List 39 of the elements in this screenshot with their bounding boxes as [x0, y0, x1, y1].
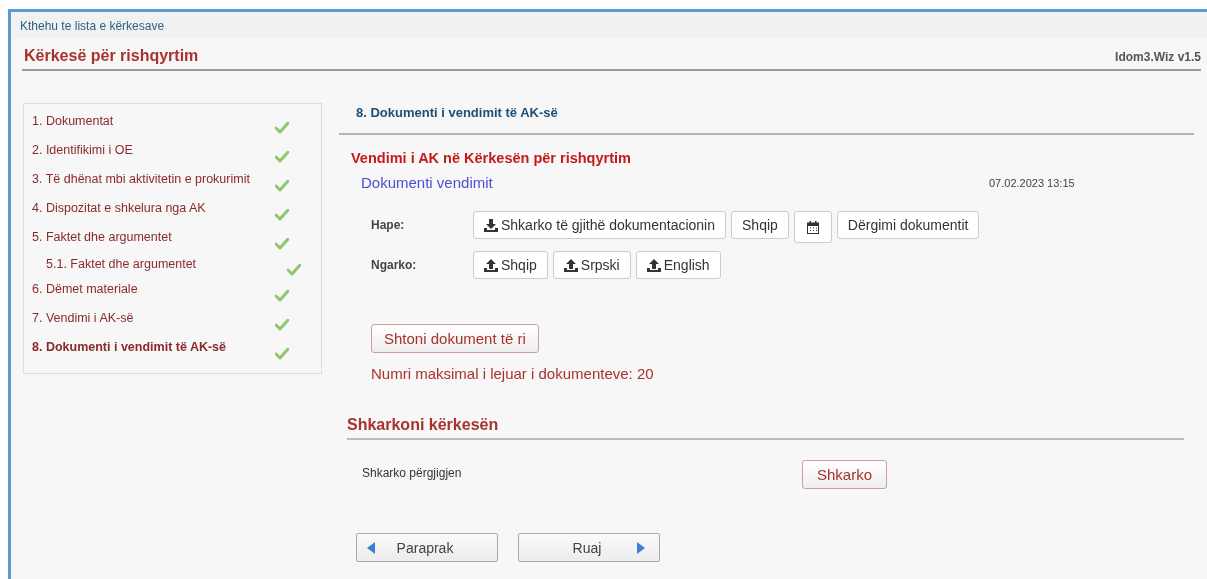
download-button[interactable]: Shkarko: [802, 460, 888, 489]
calendar-button[interactable]: [793, 211, 832, 243]
step-link[interactable]: 3. Të dhënat mbi aktivitetin e prokurimit: [32, 171, 275, 186]
upload-icon: [646, 258, 661, 272]
row-label: Ngarko:: [371, 257, 418, 272]
step-link[interactable]: 1. Dokumentat: [32, 113, 275, 128]
page-title: Kërkesë për rishqyrtim: [24, 47, 199, 65]
upload-button[interactable]: English: [635, 251, 721, 279]
right-arrow-icon: [637, 541, 645, 554]
next-button[interactable]: Ruaj: [518, 533, 660, 562]
previous-button[interactable]: Paraprak: [356, 533, 498, 562]
timestamp: 07.02.2023 13:15: [989, 176, 1075, 189]
step-link[interactable]: 2. Identifikimi i OE: [32, 142, 275, 157]
download-icon: [484, 218, 498, 232]
step-link[interactable]: 5.1. Faktet dhe argumentet: [46, 256, 287, 271]
download-label: Shkarko përgjigjen: [362, 465, 463, 482]
step-link[interactable]: 5. Faktet dhe argumentet: [32, 229, 275, 244]
section-title: 8. Dokumenti i vendimit të AK-së: [356, 105, 558, 120]
limit-note: Numri maksimal i lejuar i dokumenteve: 20: [371, 365, 655, 382]
decision-heading: Vendimi i AK në Kërkesën për rishqyrtim: [351, 150, 632, 166]
action-button[interactable]: Dërgimi dokumentit: [836, 211, 980, 239]
add-document-button[interactable]: Shtoni dokument të ri: [371, 324, 539, 353]
action-button[interactable]: Shqip: [731, 211, 789, 239]
upload-button[interactable]: Shqip: [473, 251, 548, 279]
step-link[interactable]: 7. Vendimi i AK-së: [32, 310, 275, 325]
upload-icon: [563, 258, 578, 272]
download-button[interactable]: Shkarko të gjithë dokumentacionin: [473, 211, 727, 239]
step-link[interactable]: 8. Dokumenti i vendimit të AK-së: [32, 339, 275, 354]
section-title: Shkarkoni kërkesën: [347, 416, 499, 433]
step-link[interactable]: 4. Dispozitat e shkelura nga AK: [32, 200, 275, 215]
left-arrow-icon: [367, 541, 375, 554]
version-label: Idom3.Wiz v1.5: [1115, 50, 1201, 65]
calendar-icon: [806, 220, 819, 234]
back-link[interactable]: Kthehu te lista e kërkesave: [20, 18, 165, 33]
upload-button[interactable]: Srpski: [552, 251, 631, 279]
row-label: Hape:: [371, 217, 406, 232]
upload-icon: [484, 258, 498, 272]
step-link[interactable]: 6. Dëmet materiale: [32, 281, 275, 296]
document-name: Dokumenti vendimit: [361, 174, 494, 191]
